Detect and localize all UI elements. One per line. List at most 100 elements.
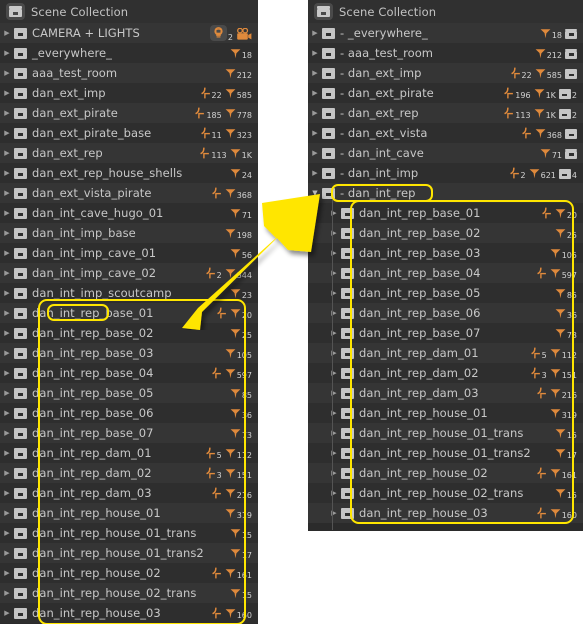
chevron-right-icon[interactable]: ▶ — [0, 289, 14, 297]
outliner-row[interactable]: ▶ - aaa_test_room 212 — [308, 43, 583, 63]
outliner-row[interactable]: ▶ - _everywhere_ 18 — [308, 23, 583, 43]
outliner-row[interactable]: ▶ dan_int_rep_dam_01 5 112 — [308, 343, 583, 363]
chevron-right-icon[interactable]: ▶ — [0, 549, 14, 557]
chevron-right-icon[interactable]: ▶ — [0, 189, 14, 197]
outliner-row[interactable]: ▶ dan_int_rep_house_01 319 — [0, 503, 258, 523]
chevron-right-icon[interactable]: ▶ — [327, 329, 341, 337]
chevron-right-icon[interactable]: ▶ — [0, 369, 14, 377]
chevron-right-icon[interactable]: ▶ — [0, 109, 14, 117]
chevron-right-icon[interactable]: ▶ — [327, 389, 341, 397]
chevron-right-icon[interactable]: ▶ — [0, 609, 14, 617]
chevron-right-icon[interactable]: ▶ — [327, 469, 341, 477]
outliner-row[interactable]: ▶ dan_int_rep_house_03 160 — [308, 503, 583, 523]
outliner-row[interactable]: ▶ - dan_int_cave 71 — [308, 143, 583, 163]
chevron-right-icon[interactable]: ▶ — [0, 529, 14, 537]
chevron-right-icon[interactable]: ▶ — [0, 349, 14, 357]
outliner-row[interactable]: ▶ dan_int_rep_base_02 25 — [308, 223, 583, 243]
chevron-right-icon[interactable]: ▶ — [327, 449, 341, 457]
right-outliner-panel[interactable]: Scene Collection ▶ - _everywhere_ 18 ▶ - aaa… — [308, 0, 583, 531]
chevron-right-icon[interactable]: ▶ — [308, 149, 322, 157]
chevron-right-icon[interactable]: ▶ — [0, 589, 14, 597]
chevron-right-icon[interactable]: ▶ — [0, 309, 14, 317]
chevron-right-icon[interactable]: ▶ — [308, 89, 322, 97]
chevron-right-icon[interactable]: ▶ — [327, 429, 341, 437]
chevron-right-icon[interactable]: ▶ — [0, 489, 14, 497]
outliner-row[interactable]: ▼ - dan_int_rep — [308, 183, 583, 203]
outliner-row[interactable]: ▶ dan_int_rep_base_01 20 — [308, 203, 583, 223]
chevron-right-icon[interactable]: ▶ — [0, 169, 14, 177]
outliner-row[interactable]: ▶ dan_int_rep_base_04 597 — [0, 363, 258, 383]
right-outliner-tree[interactable]: ▶ - _everywhere_ 18 ▶ - aaa_test_room 212 ▶ - d… — [308, 23, 583, 523]
chevron-right-icon[interactable]: ▶ — [0, 409, 14, 417]
outliner-row[interactable]: ▶ dan_ext_imp 22 585 — [0, 83, 258, 103]
outliner-row[interactable]: ▶ dan_int_rep_dam_01 5 112 — [0, 443, 258, 463]
outliner-row[interactable]: ▶ _everywhere_ 18 — [0, 43, 258, 63]
outliner-row[interactable]: ▶ aaa_test_room 212 — [0, 63, 258, 83]
chevron-right-icon[interactable]: ▶ — [0, 429, 14, 437]
outliner-row[interactable]: ▶ dan_int_rep_dam_02 3 151 — [0, 463, 258, 483]
outliner-row[interactable]: ▶ dan_int_rep_house_01 319 — [308, 403, 583, 423]
chevron-right-icon[interactable]: ▶ — [0, 149, 14, 157]
chevron-right-icon[interactable]: ▶ — [0, 89, 14, 97]
outliner-row[interactable]: ▶ dan_ext_rep 113 1K — [0, 143, 258, 163]
badge: 368 — [535, 128, 562, 140]
outliner-row[interactable]: ▶ CAMERA + LIGHTS 2 — [0, 23, 258, 43]
outliner-row[interactable]: ▶ - dan_ext_vista 368 — [308, 123, 583, 143]
outliner-row[interactable]: ▶ - dan_ext_pirate 196 1K 2 — [308, 83, 583, 103]
chevron-right-icon[interactable]: ▶ — [327, 489, 341, 497]
outliner-row[interactable]: ▶ dan_int_rep_base_07 73 — [308, 323, 583, 343]
outliner-row[interactable]: ▶ dan_int_rep_base_06 36 — [0, 403, 258, 423]
chevron-right-icon[interactable]: ▶ — [0, 29, 14, 37]
outliner-row[interactable]: ▶ dan_int_rep_house_02_trans 15 — [308, 483, 583, 503]
outliner-row[interactable]: ▶ - dan_ext_imp 22 585 — [308, 63, 583, 83]
outliner-row[interactable]: ▶ dan_int_rep_dam_02 3 151 — [308, 363, 583, 383]
chevron-right-icon[interactable]: ▶ — [0, 449, 14, 457]
badge: 5 — [204, 447, 222, 460]
outliner-row[interactable]: ▶ dan_int_rep_base_05 85 — [308, 283, 583, 303]
chevron-right-icon[interactable]: ▶ — [0, 269, 14, 277]
chevron-right-icon[interactable]: ▶ — [327, 409, 341, 417]
chevron-right-icon[interactable]: ▶ — [0, 469, 14, 477]
outliner-row[interactable]: ▶ dan_ext_pirate_base 11 323 — [0, 123, 258, 143]
outliner-row[interactable]: ▶ dan_int_rep_base_07 73 — [0, 423, 258, 443]
chevron-right-icon[interactable]: ▶ — [0, 129, 14, 137]
chevron-right-icon[interactable]: ▶ — [308, 109, 322, 117]
outliner-row[interactable]: ▶ dan_int_rep_base_03 105 — [0, 343, 258, 363]
chevron-right-icon[interactable]: ▶ — [0, 329, 14, 337]
outliner-row[interactable]: ▶ dan_int_rep_dam_03 216 — [0, 483, 258, 503]
chevron-right-icon[interactable]: ▶ — [308, 169, 322, 177]
outliner-row[interactable]: ▶ dan_int_rep_house_03 160 — [0, 603, 258, 623]
chevron-right-icon[interactable]: ▶ — [0, 229, 14, 237]
outliner-row[interactable]: ▶ - dan_ext_rep 113 1K 2 — [308, 103, 583, 123]
outliner-row[interactable]: ▶ dan_int_rep_house_01_trans2 17 — [0, 543, 258, 563]
chevron-right-icon[interactable]: ▶ — [0, 69, 14, 77]
outliner-row[interactable]: ▶ dan_int_rep_house_02 161 — [308, 463, 583, 483]
outliner-row[interactable]: ▶ dan_int_rep_base_06 36 — [308, 303, 583, 323]
chevron-right-icon[interactable]: ▶ — [308, 129, 322, 137]
outliner-row[interactable]: ▶ - dan_int_imp 2 621 4 — [308, 163, 583, 183]
row-badges: 36 — [555, 308, 577, 319]
outliner-row[interactable]: ▶ dan_int_rep_dam_03 216 — [308, 383, 583, 403]
outliner-row[interactable]: ▶ dan_int_rep_house_02_trans 15 — [0, 583, 258, 603]
outliner-row[interactable]: ▶ dan_int_rep_house_02 161 — [0, 563, 258, 583]
chevron-right-icon[interactable]: ▶ — [308, 49, 322, 57]
chevron-right-icon[interactable]: ▶ — [0, 249, 14, 257]
chevron-right-icon[interactable]: ▶ — [0, 509, 14, 517]
chevron-right-icon[interactable]: ▶ — [327, 369, 341, 377]
outliner-row[interactable]: ▶ dan_int_rep_house_01_trans2 17 — [308, 443, 583, 463]
chevron-right-icon[interactable]: ▶ — [327, 509, 341, 517]
outliner-row[interactable]: ▶ dan_int_rep_house_01_trans 15 — [0, 523, 258, 543]
chevron-right-icon[interactable]: ▶ — [0, 49, 14, 57]
chevron-right-icon[interactable]: ▶ — [0, 569, 14, 577]
collection-icon — [322, 47, 335, 59]
chevron-right-icon[interactable]: ▶ — [308, 29, 322, 37]
chevron-right-icon[interactable]: ▶ — [308, 69, 322, 77]
chevron-right-icon[interactable]: ▶ — [327, 349, 341, 357]
outliner-row[interactable]: ▶ dan_int_rep_base_04 597 — [308, 263, 583, 283]
chevron-right-icon[interactable]: ▶ — [0, 389, 14, 397]
outliner-row[interactable]: ▶ dan_int_rep_base_05 85 — [0, 383, 258, 403]
outliner-row[interactable]: ▶ dan_int_rep_base_03 105 — [308, 243, 583, 263]
outliner-row[interactable]: ▶ dan_ext_pirate 185 778 — [0, 103, 258, 123]
chevron-right-icon[interactable]: ▶ — [0, 209, 14, 217]
outliner-row[interactable]: ▶ dan_int_rep_house_01_trans 15 — [308, 423, 583, 443]
